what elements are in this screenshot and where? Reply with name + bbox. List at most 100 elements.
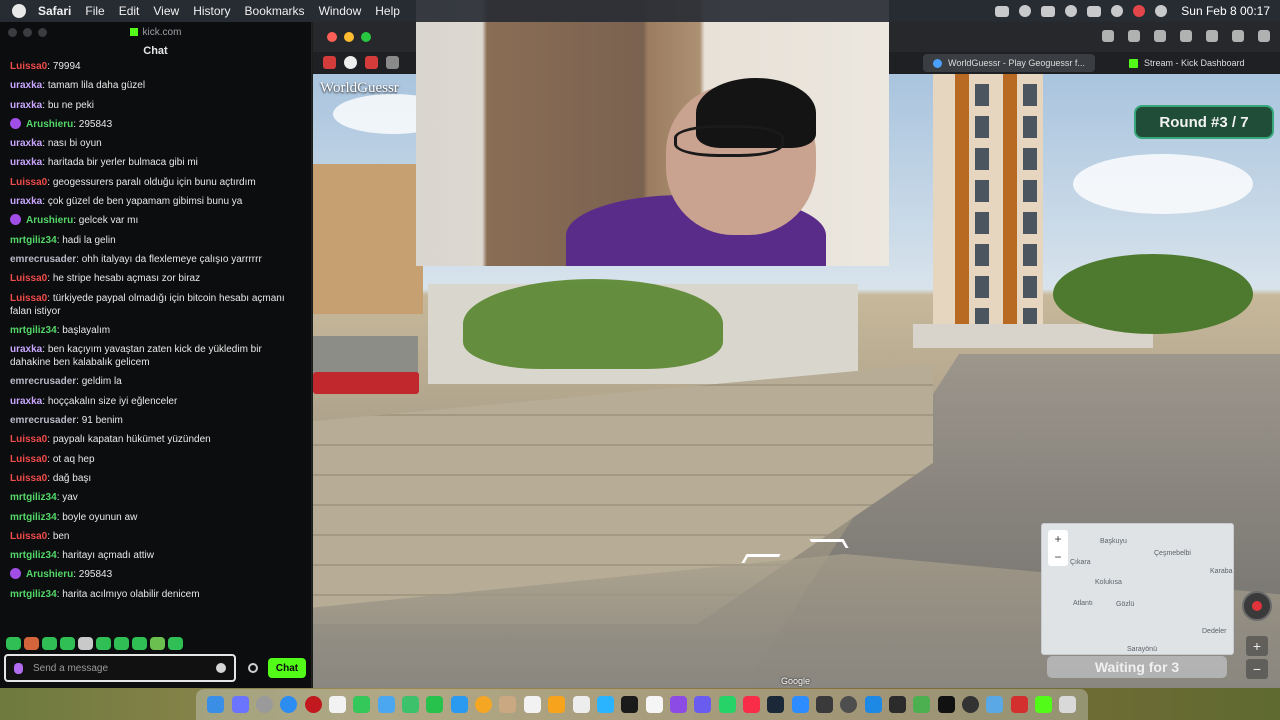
opera-icon[interactable] bbox=[304, 696, 322, 713]
kick-app-icon[interactable] bbox=[1035, 696, 1053, 713]
bluetooth-icon[interactable] bbox=[1065, 5, 1078, 17]
chat-username[interactable]: uraxka bbox=[10, 396, 42, 407]
screen-mirror-icon[interactable] bbox=[995, 5, 1010, 17]
maps-icon[interactable] bbox=[402, 696, 420, 713]
emote-icon[interactable] bbox=[168, 637, 183, 650]
youtube-icon[interactable] bbox=[323, 56, 336, 69]
chat-username[interactable]: Luissa0 bbox=[10, 61, 47, 72]
chat-username[interactable]: Luissa0 bbox=[10, 434, 47, 445]
chat-username[interactable]: mrtgiliz34 bbox=[10, 550, 57, 561]
trash-icon[interactable] bbox=[1059, 696, 1077, 713]
terminal-icon[interactable] bbox=[888, 696, 906, 713]
menu-view[interactable]: View bbox=[153, 4, 179, 18]
chat-username[interactable]: Luissa0 bbox=[10, 454, 47, 465]
chat-username[interactable]: Luissa0 bbox=[10, 473, 47, 484]
zoom-in-button[interactable]: + bbox=[1246, 636, 1268, 656]
pages-icon[interactable] bbox=[548, 696, 566, 713]
chat-username[interactable]: Arushieru bbox=[26, 569, 73, 580]
x-icon[interactable] bbox=[937, 696, 955, 713]
home-icon[interactable] bbox=[1128, 30, 1140, 42]
podcasts-icon[interactable] bbox=[669, 696, 687, 713]
share-icon[interactable] bbox=[1206, 30, 1218, 42]
tab-worldguessr[interactable]: WorldGuessr - Play Geoguessr f... bbox=[923, 54, 1095, 72]
chatgpt-icon[interactable] bbox=[840, 696, 858, 713]
app-icon[interactable] bbox=[815, 696, 833, 713]
freeform-icon[interactable] bbox=[645, 696, 663, 713]
zoom-button[interactable] bbox=[38, 28, 47, 37]
menu-window[interactable]: Window bbox=[319, 4, 362, 18]
nav-arrow-right-icon[interactable] bbox=[809, 539, 849, 548]
emoji-icon[interactable] bbox=[216, 663, 226, 673]
emote-icon[interactable] bbox=[78, 637, 93, 650]
chat-username[interactable]: mrtgiliz34 bbox=[10, 589, 57, 600]
whatsapp-icon[interactable] bbox=[718, 696, 736, 713]
messages-icon[interactable] bbox=[353, 696, 371, 713]
menu-file[interactable]: File bbox=[85, 4, 104, 18]
calendar-icon[interactable] bbox=[329, 696, 347, 713]
chat-username[interactable]: Luissa0 bbox=[10, 293, 47, 304]
menu-history[interactable]: History bbox=[193, 4, 230, 18]
wifi-icon[interactable] bbox=[1111, 5, 1124, 17]
preview-icon[interactable] bbox=[596, 696, 614, 713]
launchpad-icon[interactable] bbox=[231, 696, 249, 713]
photos-icon[interactable] bbox=[475, 696, 493, 713]
emote-icon[interactable] bbox=[60, 637, 75, 650]
emote-icon[interactable] bbox=[24, 637, 39, 650]
chat-username[interactable]: uraxka bbox=[10, 344, 42, 355]
chat-username[interactable]: mrtgiliz34 bbox=[10, 325, 57, 336]
subscriber-badge-icon[interactable] bbox=[10, 568, 21, 580]
chat-username[interactable]: uraxka bbox=[10, 80, 42, 91]
minimize-button[interactable] bbox=[344, 32, 354, 42]
chat-message-input[interactable] bbox=[33, 662, 216, 674]
music-icon[interactable] bbox=[742, 696, 760, 713]
chat-username[interactable]: emrecrusader bbox=[10, 415, 76, 426]
chat-username[interactable]: Arushieru bbox=[26, 119, 73, 130]
zoom-button[interactable] bbox=[361, 32, 371, 42]
chat-username[interactable]: emrecrusader bbox=[10, 254, 76, 265]
close-button[interactable] bbox=[327, 32, 337, 42]
chat-username[interactable]: uraxka bbox=[10, 100, 42, 111]
mic-icon[interactable] bbox=[14, 662, 23, 674]
extensions-icon[interactable] bbox=[1154, 30, 1166, 42]
obs-icon[interactable] bbox=[962, 696, 979, 713]
control-center-icon[interactable] bbox=[1155, 5, 1168, 17]
emote-icon[interactable] bbox=[150, 637, 165, 650]
send-chat-button[interactable]: Chat bbox=[268, 658, 306, 678]
finder-icon[interactable] bbox=[207, 696, 225, 713]
apple-icon[interactable] bbox=[12, 4, 26, 18]
apple-tv-icon[interactable] bbox=[621, 696, 639, 713]
emote-icon[interactable] bbox=[42, 637, 57, 650]
menubar-clock[interactable]: Sun Feb 8 00:17 bbox=[1181, 4, 1270, 18]
zoom-out-button[interactable]: − bbox=[1246, 659, 1268, 679]
focus-moon-icon[interactable] bbox=[1019, 5, 1032, 17]
settings-icon[interactable] bbox=[256, 696, 274, 713]
chat-username[interactable]: mrtgiliz34 bbox=[10, 492, 57, 503]
steam-icon[interactable] bbox=[767, 696, 785, 713]
battery-icon[interactable] bbox=[1087, 5, 1102, 17]
new-tab-icon[interactable] bbox=[1232, 30, 1244, 42]
menu-app-name[interactable]: Safari bbox=[38, 4, 71, 18]
menu-help[interactable]: Help bbox=[375, 4, 400, 18]
app-store-icon[interactable] bbox=[450, 696, 468, 713]
menu-edit[interactable]: Edit bbox=[119, 4, 140, 18]
favicon-icon[interactable] bbox=[386, 56, 399, 69]
chat-username[interactable]: emrecrusader bbox=[10, 376, 76, 387]
reminders-icon[interactable] bbox=[523, 696, 541, 713]
chat-username[interactable]: Luissa0 bbox=[10, 177, 47, 188]
recording-icon[interactable] bbox=[1133, 5, 1146, 17]
chat-message-list[interactable]: Luissa0: 79994 uraxka: tamam lila daha gü… bbox=[0, 60, 312, 652]
teams-icon[interactable] bbox=[694, 696, 712, 713]
safari-icon[interactable] bbox=[280, 696, 298, 713]
emote-icon[interactable] bbox=[6, 637, 21, 650]
notes-icon[interactable] bbox=[572, 696, 590, 713]
tab-overview-icon[interactable] bbox=[1258, 30, 1270, 42]
youtube-icon[interactable] bbox=[365, 56, 378, 69]
minimap-zoom-out-button[interactable]: − bbox=[1048, 548, 1068, 566]
menu-bookmarks[interactable]: Bookmarks bbox=[245, 4, 305, 18]
chat-username[interactable]: uraxka bbox=[10, 138, 42, 149]
emote-icon[interactable] bbox=[132, 637, 147, 650]
chat-username[interactable]: mrtgiliz34 bbox=[10, 512, 57, 523]
gear-icon[interactable] bbox=[248, 663, 258, 673]
history-icon[interactable] bbox=[1180, 30, 1192, 42]
minimap-zoom-in-button[interactable]: + bbox=[1048, 530, 1068, 548]
